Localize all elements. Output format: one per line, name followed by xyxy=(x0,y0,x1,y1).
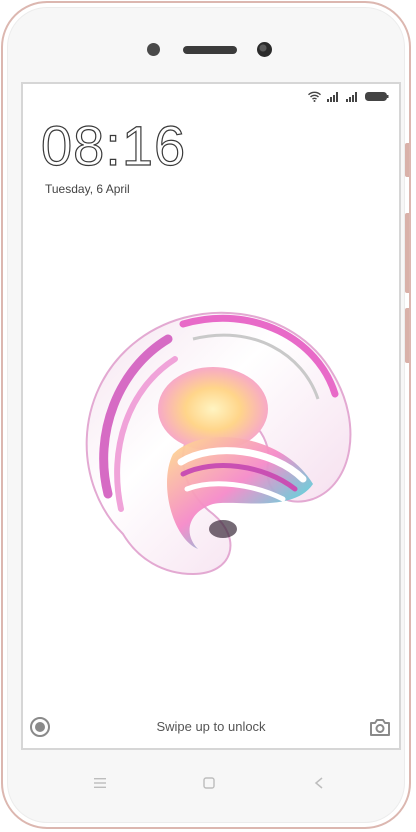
volume-down-key xyxy=(405,213,409,293)
signal-icon xyxy=(346,91,357,102)
lockscreen-clock: 08:16 xyxy=(40,114,187,177)
wifi-icon xyxy=(308,91,321,102)
lock-screen[interactable]: 08:16 Tuesday, 6 April Swipe up to unloc… xyxy=(21,82,401,750)
menu-key[interactable] xyxy=(90,773,110,793)
circle-shortcut-icon[interactable] xyxy=(29,716,51,738)
camera-icon[interactable] xyxy=(369,717,391,737)
proximity-sensor xyxy=(147,43,160,56)
phone-device: 08:16 Tuesday, 6 April Swipe up to unloc… xyxy=(1,1,411,829)
battery-icon xyxy=(365,91,389,101)
earpiece-speaker xyxy=(183,46,237,54)
signal-icon xyxy=(327,91,338,102)
home-icon xyxy=(203,777,215,789)
power-key xyxy=(405,308,409,363)
status-bar xyxy=(308,90,389,102)
back-icon xyxy=(314,777,323,789)
volume-up-key xyxy=(405,143,409,177)
capacitive-nav-keys xyxy=(3,773,409,793)
home-key[interactable] xyxy=(199,773,219,793)
menu-icon xyxy=(94,778,106,788)
wallpaper-swirl-image xyxy=(85,311,352,576)
swipe-up-hint: Swipe up to unlock xyxy=(156,719,266,734)
front-camera xyxy=(257,42,272,57)
back-key[interactable] xyxy=(309,773,329,793)
lockscreen-date: Tuesday, 6 April xyxy=(45,182,130,196)
